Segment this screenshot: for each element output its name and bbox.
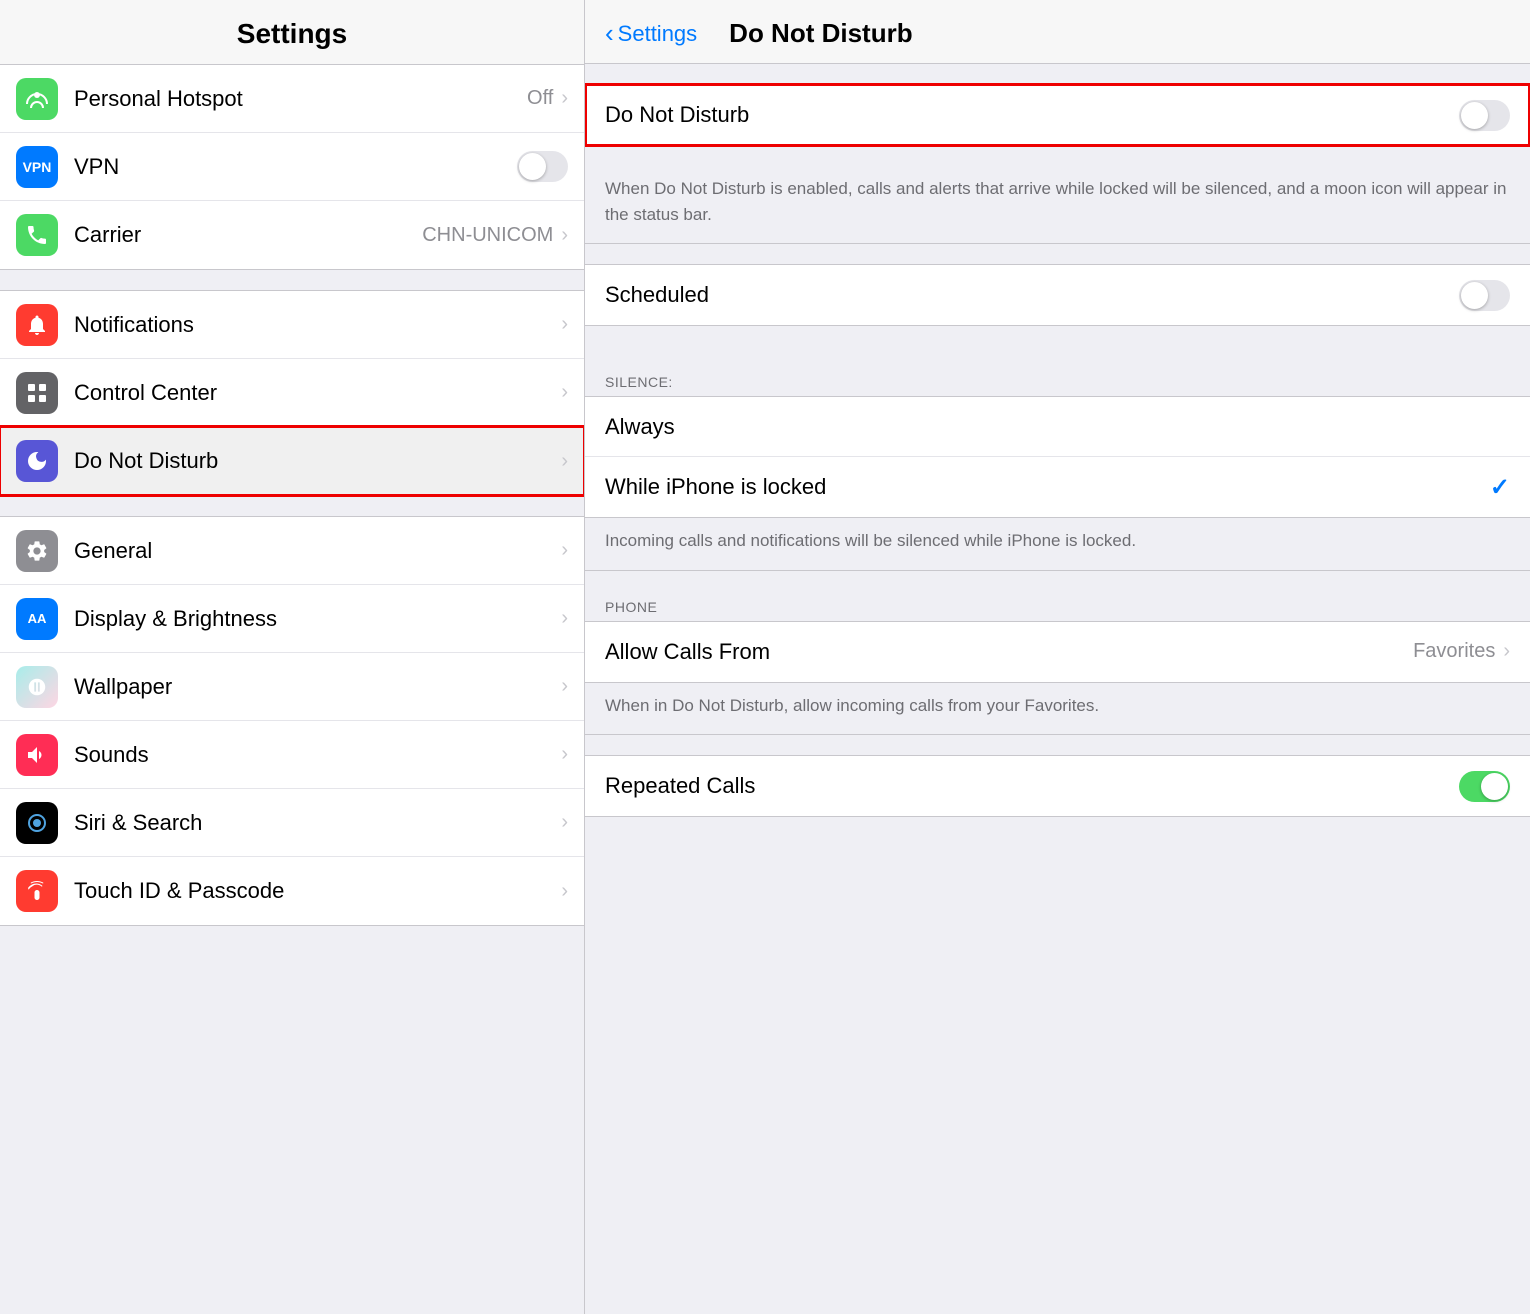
- general-icon: [16, 530, 58, 572]
- back-chevron-icon: ‹: [605, 18, 614, 49]
- while-locked-checkmark: ✓: [1490, 473, 1510, 502]
- allow-calls-row[interactable]: Allow Calls From Favorites ›: [585, 622, 1530, 682]
- sounds-chevron: ›: [561, 743, 568, 766]
- notifications-icon: [16, 304, 58, 346]
- section-controls: Notifications › Control Center ›: [0, 290, 584, 496]
- spacer1: [585, 244, 1530, 264]
- left-header: Settings: [0, 0, 584, 65]
- row-control-center[interactable]: Control Center ›: [0, 359, 584, 427]
- vpn-icon: VPN: [16, 146, 58, 188]
- siri-search-chevron: ›: [561, 811, 568, 834]
- always-row[interactable]: Always: [585, 397, 1530, 457]
- wallpaper-chevron: ›: [561, 675, 568, 698]
- display-brightness-chevron: ›: [561, 607, 568, 630]
- siri-icon: [16, 802, 58, 844]
- carrier-label: Carrier: [74, 222, 422, 248]
- right-header: ‹ Settings Do Not Disturb: [585, 0, 1530, 64]
- spacer5: [585, 837, 1530, 857]
- row-vpn[interactable]: VPN VPN: [0, 133, 584, 201]
- repeated-calls-label: Repeated Calls: [605, 773, 1459, 799]
- phone-header: PHONE: [585, 591, 1530, 621]
- carrier-icon: [16, 214, 58, 256]
- dnd-main-toggle[interactable]: [1459, 100, 1510, 131]
- personal-hotspot-chevron: ›: [561, 87, 568, 110]
- spacer3: [585, 571, 1530, 591]
- notifications-label: Notifications: [74, 312, 561, 338]
- scheduled-toggle[interactable]: [1459, 280, 1510, 311]
- control-center-icon: [16, 372, 58, 414]
- back-button[interactable]: ‹ Settings: [605, 18, 697, 49]
- scheduled-label: Scheduled: [605, 282, 1459, 308]
- row-notifications[interactable]: Notifications ›: [0, 291, 584, 359]
- vpn-toggle[interactable]: [517, 151, 568, 182]
- row-touch-id[interactable]: Touch ID & Passcode ›: [0, 857, 584, 925]
- spacer2: [585, 346, 1530, 366]
- control-center-label: Control Center: [74, 380, 561, 406]
- display-brightness-icon: AA: [16, 598, 58, 640]
- top-spacer: [585, 64, 1530, 84]
- scheduled-row[interactable]: Scheduled: [585, 265, 1530, 325]
- row-general[interactable]: General ›: [0, 517, 584, 585]
- personal-hotspot-icon: [16, 78, 58, 120]
- row-wallpaper[interactable]: Wallpaper ›: [0, 653, 584, 721]
- repeated-calls-toggle[interactable]: [1459, 771, 1510, 802]
- repeated-calls-section: Repeated Calls: [585, 755, 1530, 817]
- sounds-label: Sounds: [74, 742, 561, 768]
- repeated-calls-row[interactable]: Repeated Calls: [585, 756, 1530, 816]
- scheduled-section: Scheduled: [585, 264, 1530, 326]
- phone-description: When in Do Not Disturb, allow incoming c…: [585, 683, 1530, 736]
- sounds-icon: [16, 734, 58, 776]
- settings-title: Settings: [237, 18, 347, 49]
- spacer4: [585, 735, 1530, 755]
- siri-search-label: Siri & Search: [74, 810, 561, 836]
- vpn-label: VPN: [74, 154, 517, 180]
- row-siri-search[interactable]: Siri & Search ›: [0, 789, 584, 857]
- right-content: Do Not Disturb When Do Not Disturb is en…: [585, 64, 1530, 1314]
- settings-list: Personal Hotspot Off › VPN VPN Carrier C…: [0, 65, 584, 1314]
- dnd-description: When Do Not Disturb is enabled, calls an…: [585, 166, 1530, 244]
- always-label: Always: [605, 414, 1510, 440]
- row-sounds[interactable]: Sounds ›: [0, 721, 584, 789]
- control-center-chevron: ›: [561, 381, 568, 404]
- right-title: Do Not Disturb: [729, 18, 912, 49]
- carrier-chevron: ›: [561, 224, 568, 247]
- row-carrier[interactable]: Carrier CHN-UNICOM ›: [0, 201, 584, 269]
- allow-calls-label: Allow Calls From: [605, 639, 1413, 665]
- silence-header: SILENCE:: [585, 366, 1530, 396]
- row-display-brightness[interactable]: AA Display & Brightness ›: [0, 585, 584, 653]
- dnd-toggle-section: Do Not Disturb: [585, 84, 1530, 146]
- right-panel: ‹ Settings Do Not Disturb Do Not Disturb…: [585, 0, 1530, 1314]
- section-network: Personal Hotspot Off › VPN VPN Carrier C…: [0, 65, 584, 270]
- touch-id-label: Touch ID & Passcode: [74, 878, 561, 904]
- do-not-disturb-label: Do Not Disturb: [74, 448, 561, 474]
- display-brightness-label: Display & Brightness: [74, 606, 561, 632]
- section-display: General › AA Display & Brightness › Wall…: [0, 516, 584, 926]
- allow-calls-value: Favorites: [1413, 640, 1495, 663]
- wallpaper-icon: [16, 666, 58, 708]
- personal-hotspot-value: Off: [527, 87, 553, 110]
- general-chevron: ›: [561, 539, 568, 562]
- while-locked-label: While iPhone is locked: [605, 474, 1490, 500]
- dnd-toggle-label: Do Not Disturb: [605, 102, 1459, 128]
- left-panel: Settings Personal Hotspot Off › VPN VPN: [0, 0, 585, 1314]
- touch-id-chevron: ›: [561, 880, 568, 903]
- do-not-disturb-chevron: ›: [561, 450, 568, 473]
- silence-section: Always While iPhone is locked ✓: [585, 396, 1530, 518]
- do-not-disturb-icon: [16, 440, 58, 482]
- carrier-value: CHN-UNICOM: [422, 224, 553, 247]
- general-label: General: [74, 538, 561, 564]
- while-locked-row[interactable]: While iPhone is locked ✓: [585, 457, 1530, 517]
- notifications-chevron: ›: [561, 313, 568, 336]
- touch-id-icon: [16, 870, 58, 912]
- personal-hotspot-label: Personal Hotspot: [74, 86, 527, 112]
- wallpaper-label: Wallpaper: [74, 674, 561, 700]
- row-do-not-disturb[interactable]: Do Not Disturb ›: [0, 427, 584, 495]
- silence-description: Incoming calls and notifications will be…: [585, 518, 1530, 571]
- row-personal-hotspot[interactable]: Personal Hotspot Off ›: [0, 65, 584, 133]
- allow-calls-chevron: ›: [1503, 640, 1510, 663]
- back-label: Settings: [618, 21, 698, 47]
- phone-section: Allow Calls From Favorites ›: [585, 621, 1530, 683]
- dnd-toggle-row[interactable]: Do Not Disturb: [585, 85, 1530, 145]
